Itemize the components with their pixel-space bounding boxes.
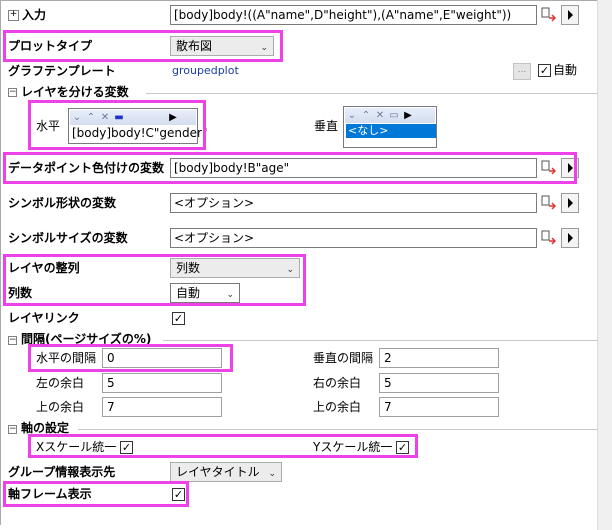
group-info-label: グループ情報表示先	[8, 465, 116, 479]
vertical-var-list[interactable]: ⌄ ⌃ ✕ ▭ ▶ <なし>	[343, 106, 437, 148]
group-info-value: レイヤタイトル	[176, 465, 260, 479]
x-scale-label: Xスケール統一	[36, 440, 117, 454]
layer-link-label: レイヤリンク	[8, 311, 80, 325]
down-icon[interactable]: ⌄	[345, 108, 359, 123]
top-margin-label: 上の余白	[36, 400, 85, 414]
select-icon[interactable]: ▬	[112, 110, 126, 125]
axis-section-label: 軸の設定	[21, 421, 70, 435]
symbol-size-field[interactable]: <オプション>	[170, 228, 537, 248]
horizontal-var-value: [body]body!C"gender"	[72, 126, 208, 140]
left-margin-label: 左の余白	[36, 376, 85, 390]
input-field[interactable]: [body]body!((A"name",D"height"),(A"name"…	[170, 5, 537, 25]
chevron-down-icon: ⌄	[268, 469, 276, 479]
group-info-dropdown[interactable]: レイヤタイトル ⌄	[170, 462, 282, 482]
columns-value: 自動	[176, 286, 201, 300]
plot-type-label: プロットタイプ	[8, 39, 93, 53]
symbol-shape-menu-button[interactable]	[561, 193, 579, 213]
y-scale-checkbox[interactable]: ✓	[396, 441, 409, 454]
select-icon[interactable]: ▭	[387, 108, 401, 123]
axis-frame-label: 軸フレーム表示	[8, 487, 92, 501]
color-var-field[interactable]: [body]body!B"age"	[170, 158, 537, 178]
auto-checkbox[interactable]: ✓	[538, 64, 551, 77]
v-gap-input[interactable]: 2	[379, 348, 499, 368]
column-select-icon[interactable]	[540, 159, 557, 177]
section-divider	[146, 93, 598, 94]
column-select-icon[interactable]	[540, 194, 557, 212]
layer-arrange-label: レイヤの整列	[8, 261, 80, 275]
right-margin-label: 右の余白	[313, 376, 362, 390]
symbol-size-label: シンボルサイズの変数	[8, 231, 128, 245]
right-margin-input[interactable]: 5	[379, 373, 499, 393]
chevron-down-icon: ⌄	[286, 265, 294, 275]
collapse-layer-split-icon[interactable]: −	[8, 88, 17, 97]
chevron-down-icon: ⌄	[226, 290, 234, 300]
layer-link-checkbox[interactable]: ✓	[172, 312, 185, 325]
layer-arrange-dropdown[interactable]: 列数 ⌄	[170, 258, 300, 278]
up-icon[interactable]: ⌃	[84, 110, 98, 125]
y-scale-label: Yスケール統一	[313, 440, 393, 454]
columns-label: 列数	[8, 286, 33, 300]
color-var-label: データポイント色付けの変数	[8, 161, 165, 175]
expand-input-icon[interactable]: +	[8, 10, 19, 21]
v-gap-label: 垂直の間隔	[313, 351, 374, 365]
menu-arrow-icon[interactable]: ▶	[401, 108, 415, 123]
section-divider	[78, 429, 598, 430]
list-toolbar-vertical: ⌄ ⌃ ✕ ▭ ▶	[345, 108, 435, 123]
collapse-axis-icon[interactable]: −	[8, 425, 17, 434]
top-margin-input[interactable]: 7	[102, 397, 222, 417]
symbol-size-menu-button[interactable]	[561, 228, 579, 248]
collapse-spacing-icon[interactable]: −	[8, 336, 17, 345]
vertical-label: 垂直	[314, 119, 339, 133]
color-var-menu-button[interactable]	[561, 158, 579, 178]
list-toolbar: ⌄ ⌃ ✕ ▬ ▶	[70, 110, 196, 125]
graph-template-label: グラフテンプレート	[8, 64, 116, 78]
axis-frame-checkbox[interactable]: ✓	[172, 488, 185, 501]
delete-icon[interactable]: ✕	[98, 110, 112, 125]
bottom-margin-input[interactable]: 7	[379, 397, 499, 417]
up-icon[interactable]: ⌃	[359, 108, 373, 123]
browse-button[interactable]: ...	[513, 63, 531, 80]
plot-type-dropdown[interactable]: 散布図 ⌄	[170, 36, 274, 56]
delete-icon[interactable]: ✕	[373, 108, 387, 123]
h-gap-input[interactable]: 0	[102, 348, 222, 368]
graph-template-value: groupedplot	[172, 64, 239, 77]
bottom-margin-label: 上の余白	[313, 400, 362, 414]
section-divider	[163, 340, 598, 341]
symbol-shape-field[interactable]: <オプション>	[170, 193, 537, 213]
x-scale-checkbox[interactable]: ✓	[120, 441, 133, 454]
left-margin-input[interactable]: 5	[102, 373, 222, 393]
layer-split-section-label: レイヤを分ける変数	[21, 85, 129, 99]
layer-arrange-value: 列数	[176, 261, 201, 275]
vertical-var-value[interactable]: <なし>	[346, 124, 436, 138]
horizontal-var-list[interactable]: ⌄ ⌃ ✕ ▬ ▶ [body]body!C"gender"	[68, 108, 208, 144]
input-menu-button[interactable]	[561, 5, 579, 25]
menu-arrow-icon[interactable]: ▶	[166, 110, 180, 125]
columns-dropdown[interactable]: 自動 ⌄	[170, 283, 240, 303]
column-select-icon[interactable]	[540, 6, 557, 24]
symbol-shape-label: シンボル形状の変数	[8, 196, 117, 210]
column-select-icon[interactable]	[540, 229, 557, 247]
down-icon[interactable]: ⌄	[70, 110, 84, 125]
horizontal-label: 水平	[36, 119, 61, 133]
h-gap-label: 水平の間隔	[36, 351, 97, 365]
plot-type-value: 散布図	[176, 39, 213, 53]
input-label: 入力	[22, 8, 47, 22]
spacing-section-label: 間隔(ページサイズの%)	[21, 332, 152, 346]
vertical-scrollbar[interactable]	[597, 0, 612, 530]
auto-label: 自動	[553, 63, 578, 77]
chevron-down-icon: ⌄	[260, 43, 268, 53]
